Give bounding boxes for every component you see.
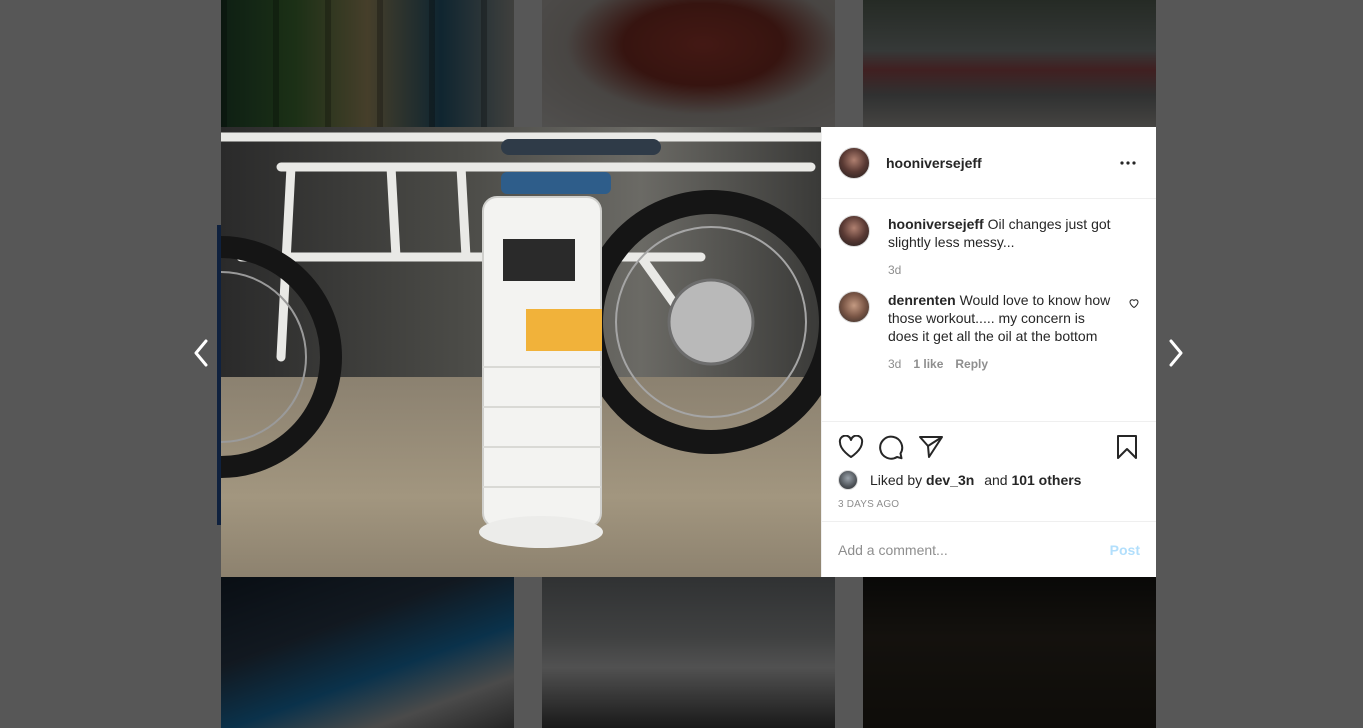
post-photo-illustration	[221, 132, 821, 548]
caption-comment: hooniversejeff Oil changes just got slig…	[838, 215, 1140, 277]
post-actions: Liked by dev_3n and 101 others 3 days ag…	[822, 421, 1156, 521]
comments-list[interactable]: hooniversejeff Oil changes just got slig…	[822, 199, 1156, 421]
author-username[interactable]: hooniversejeff	[886, 155, 982, 171]
caption-time[interactable]: 3d	[888, 263, 901, 277]
post-timestamp[interactable]: 3 days ago	[838, 499, 1140, 510]
next-post-button[interactable]	[1161, 336, 1191, 370]
previous-post-button[interactable]	[186, 336, 216, 370]
caption-username[interactable]: hooniversejeff	[888, 216, 984, 232]
bookmark-icon	[1117, 435, 1137, 459]
comment-likes-count[interactable]: 1 like	[913, 357, 943, 371]
post-comment-button[interactable]: Post	[1110, 542, 1140, 558]
liked-by-joiner: and	[984, 472, 1008, 488]
list-item-comment: denrenten Would love to know how those w…	[838, 291, 1140, 371]
comment-button[interactable]	[878, 434, 904, 460]
commenter-username[interactable]: denrenten	[888, 292, 956, 308]
author-avatar[interactable]	[838, 146, 870, 179]
comment-input[interactable]	[838, 541, 1110, 558]
comment-heart-icon[interactable]	[1128, 297, 1140, 309]
liked-by-others-link[interactable]: 101 others	[1011, 472, 1081, 488]
post-header: hooniversejeff	[822, 127, 1156, 199]
more-options-button[interactable]	[1116, 151, 1140, 175]
liked-by-username[interactable]: dev_3n	[926, 472, 974, 488]
liker-avatar[interactable]	[838, 470, 858, 490]
heart-icon	[838, 435, 864, 458]
likes-summary: Liked by dev_3n and 101 others	[838, 470, 1140, 490]
save-button[interactable]	[1114, 434, 1140, 460]
post-photo[interactable]	[221, 127, 821, 577]
post-details-panel: hooniversejeff hooniversejeff Oil change…	[821, 127, 1156, 577]
more-horizontal-icon	[1120, 160, 1136, 165]
chevron-right-icon	[1169, 339, 1183, 367]
chevron-left-icon	[194, 339, 208, 367]
comment-time[interactable]: 3d	[888, 357, 901, 371]
comment-icon	[879, 435, 904, 460]
commenter-avatar[interactable]	[838, 291, 870, 323]
like-button[interactable]	[838, 434, 864, 460]
author-avatar[interactable]	[838, 215, 870, 247]
liked-by-prefix: Liked by	[870, 472, 923, 488]
post-modal: hooniversejeff hooniversejeff Oil change…	[221, 127, 1156, 577]
share-button[interactable]	[918, 434, 944, 460]
paper-plane-icon	[919, 436, 943, 458]
comment-reply-button[interactable]: Reply	[955, 357, 988, 371]
add-comment-form: Post	[822, 521, 1156, 577]
